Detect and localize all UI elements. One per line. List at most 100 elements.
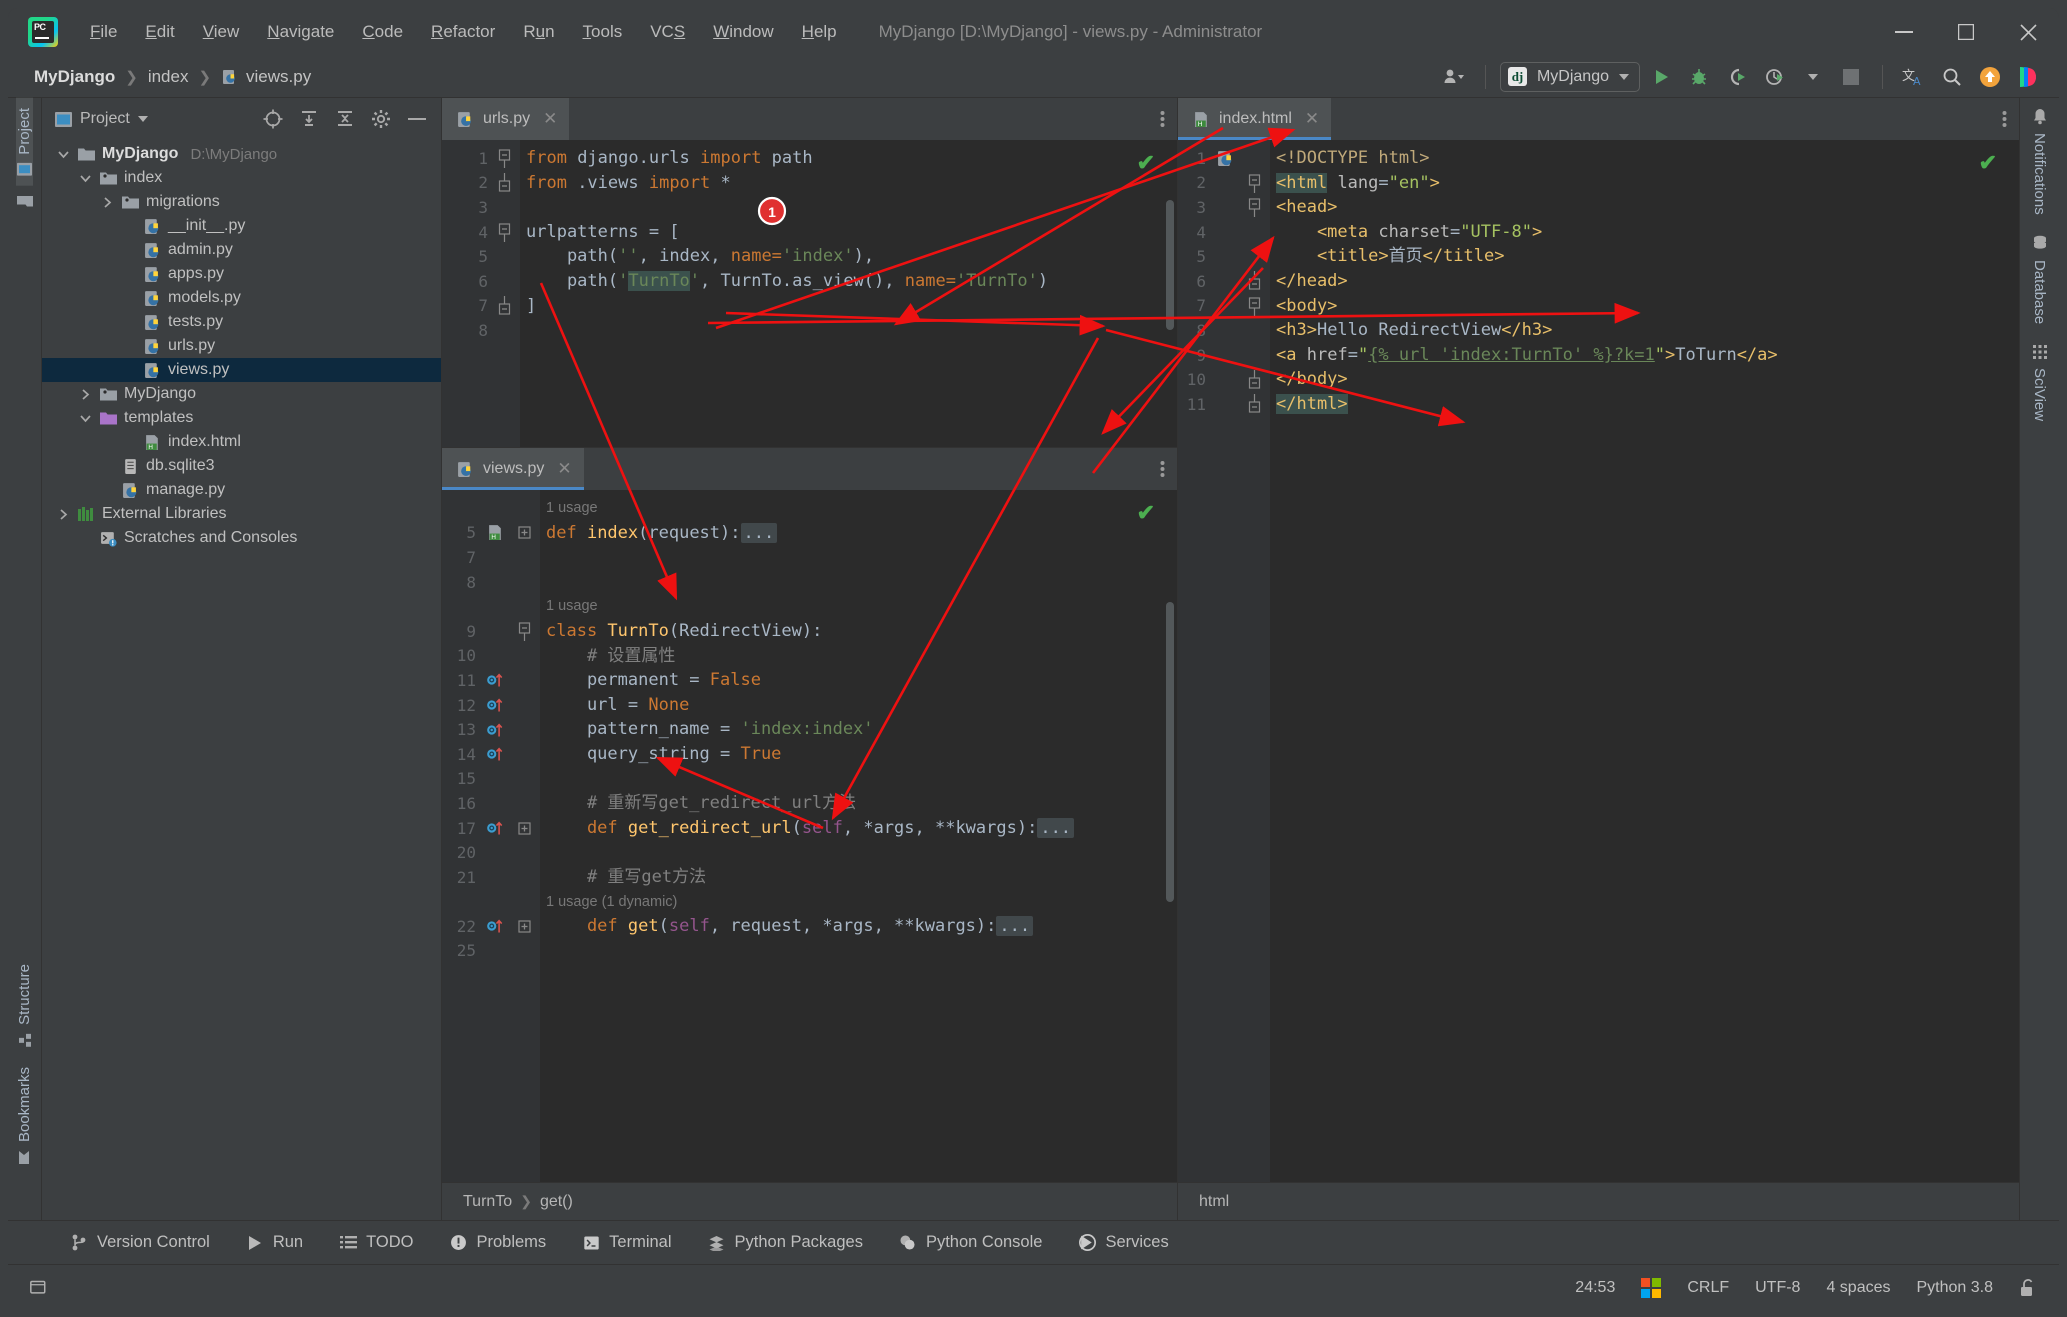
- gutter-views[interactable]: 5 H 7 8 9 10 11 12 13 14 15 16 17 20 21 22 25: [442, 490, 540, 1182]
- gutter-line[interactable]: 3: [1178, 195, 1270, 220]
- gutter-line[interactable]: 16: [442, 791, 540, 816]
- tree-item-templates[interactable]: templates: [42, 406, 441, 430]
- code-urls[interactable]: from django.urls import path from .views …: [520, 140, 1177, 447]
- gutter-line[interactable]: 14: [442, 742, 540, 767]
- left-strip-folder-icon[interactable]: [16, 186, 33, 218]
- code-views[interactable]: 1 usage def index(request):... 1 usage clas…: [540, 490, 1177, 1182]
- gutter-line[interactable]: 5: [1178, 244, 1270, 269]
- tree-item-views-py[interactable]: views.py: [42, 358, 441, 382]
- chevron-down-icon[interactable]: [1796, 62, 1830, 92]
- fold-toggle-icon[interactable]: [514, 920, 534, 933]
- sidebar-item-structure[interactable]: Structure: [16, 954, 33, 1057]
- chevron-right-icon[interactable]: [100, 196, 114, 208]
- gutter-line[interactable]: [442, 594, 540, 619]
- tree-item-mydjango[interactable]: MyDjango D:\MyDjango: [42, 142, 441, 166]
- chevron-down-icon[interactable]: [78, 174, 92, 183]
- menu-code[interactable]: Code: [348, 18, 417, 46]
- gutter-line[interactable]: [442, 496, 540, 521]
- gutter-line[interactable]: 1: [1178, 146, 1270, 171]
- chevron-down-icon[interactable]: [137, 116, 148, 122]
- user-account-icon[interactable]: [1437, 62, 1471, 92]
- breadcrumb-segment[interactable]: get(): [535, 1193, 578, 1211]
- tool-window-version-control[interactable]: Version Control: [52, 1226, 228, 1260]
- gutter-line[interactable]: [442, 890, 540, 915]
- sidebar-item-bookmarks[interactable]: Bookmarks: [16, 1057, 33, 1174]
- tree-item-migrations[interactable]: migrations: [42, 190, 441, 214]
- expand-all-icon[interactable]: [295, 106, 323, 132]
- code-pane-views[interactable]: 5 H 7 8 9 10 11 12 13 14 15 16 17 20 21 22 25 1 usage def…: [442, 490, 1177, 1182]
- sidebar-item-sciview[interactable]: SciView: [2031, 334, 2048, 431]
- chevron-right-icon[interactable]: [78, 388, 92, 400]
- gutter-urls[interactable]: 1 2 3 4 5 6 7 8: [442, 140, 520, 447]
- breadcrumb-views[interactable]: views.py: [215, 65, 317, 89]
- tree-item-mydjango[interactable]: MyDjango: [42, 382, 441, 406]
- code-index-html[interactable]: <!DOCTYPE html> <html lang="en"> <head> <m…: [1270, 140, 2019, 1182]
- search-icon[interactable]: [1935, 62, 1969, 92]
- menu-navigate[interactable]: Navigate: [253, 18, 348, 46]
- fold-toggle-icon[interactable]: [514, 821, 534, 835]
- close-icon[interactable]: [1997, 8, 2059, 56]
- assistant-icon[interactable]: [2011, 62, 2045, 92]
- gutter-line[interactable]: 8: [1178, 318, 1270, 343]
- tree-item-index[interactable]: index: [42, 166, 441, 190]
- menu-edit[interactable]: Edit: [131, 18, 188, 46]
- tool-window-terminal[interactable]: Terminal: [564, 1226, 689, 1260]
- code-pane-urls[interactable]: 12345678 from django.urls import path fro…: [442, 140, 1177, 447]
- gutter-line[interactable]: 6: [442, 269, 520, 294]
- gutter-line[interactable]: 13: [442, 717, 540, 742]
- tool-window-todo[interactable]: TODO: [321, 1226, 431, 1260]
- gutter-line[interactable]: 15: [442, 767, 540, 792]
- file-encoding[interactable]: UTF-8: [1755, 1279, 1800, 1297]
- gutter-line[interactable]: 6: [1178, 269, 1270, 294]
- tree-item-external-libraries[interactable]: External Libraries: [42, 502, 441, 526]
- usage-hint[interactable]: 1 usage (1 dynamic): [546, 890, 1177, 915]
- profile-button[interactable]: [1758, 62, 1792, 92]
- gutter-line[interactable]: 17: [442, 816, 540, 841]
- editor-options-icon[interactable]: [1147, 98, 1177, 140]
- breadcrumb-project[interactable]: MyDjango: [28, 65, 121, 89]
- scrollbar-views[interactable]: [1166, 602, 1174, 902]
- tab-views-py[interactable]: views.py ✕: [442, 448, 584, 490]
- tree-item-manage-py[interactable]: manage.py: [42, 478, 441, 502]
- run-with-coverage-button[interactable]: [1720, 62, 1754, 92]
- sidebar-item-database[interactable]: Database: [2031, 225, 2048, 334]
- tree-item-urls-py[interactable]: urls.py: [42, 334, 441, 358]
- gear-icon[interactable]: [367, 106, 395, 132]
- python-interpreter[interactable]: Python 3.8: [1917, 1279, 1994, 1297]
- fold-toggle-icon[interactable]: [514, 620, 534, 642]
- fold-toggle-icon[interactable]: [1244, 172, 1264, 194]
- run-button[interactable]: [1644, 62, 1678, 92]
- gutter-line[interactable]: 12: [442, 693, 540, 718]
- menu-refactor[interactable]: Refactor: [417, 18, 509, 46]
- unlocked-icon[interactable]: [2019, 1278, 2037, 1297]
- gutter-line[interactable]: 7: [442, 545, 540, 570]
- gutter-line[interactable]: 11: [442, 668, 540, 693]
- run-configuration-selector[interactable]: dj MyDjango: [1499, 61, 1640, 92]
- indent-setting[interactable]: 4 spaces: [1826, 1279, 1890, 1297]
- gutter-line[interactable]: 1: [442, 146, 520, 171]
- gutter-line[interactable]: 4: [442, 220, 520, 245]
- code-pane-index-html[interactable]: 1 2 3 4 5 6 7 8 9 10 11 <!DOCTYPE html> <html lang=…: [1178, 140, 2019, 1182]
- tab-urls-py[interactable]: urls.py ✕: [442, 98, 570, 140]
- gutter-line[interactable]: 10: [442, 644, 540, 669]
- tree-item-db-sqlite3[interactable]: db.sqlite3: [42, 454, 441, 478]
- breadcrumb-segment[interactable]: TurnTo: [458, 1193, 517, 1211]
- minimize-icon[interactable]: [1873, 8, 1935, 56]
- gutter-line[interactable]: 3: [442, 195, 520, 220]
- tree-item-tests-py[interactable]: tests.py: [42, 310, 441, 334]
- gutter-line[interactable]: 20: [442, 840, 540, 865]
- gutter-line[interactable]: 9: [442, 619, 540, 644]
- close-icon[interactable]: ✕: [1305, 109, 1319, 129]
- tool-window-python-packages[interactable]: Python Packages: [690, 1226, 881, 1260]
- fold-toggle-icon[interactable]: [1244, 393, 1264, 415]
- minus-icon[interactable]: [403, 106, 431, 132]
- tab-index-html[interactable]: H index.html ✕: [1178, 98, 1332, 140]
- tree-item--init-py[interactable]: __init__.py: [42, 214, 441, 238]
- fold-toggle-icon[interactable]: [494, 295, 514, 317]
- gutter-line[interactable]: 8: [442, 318, 520, 343]
- menu-window[interactable]: Window: [699, 18, 787, 46]
- menu-run[interactable]: Run: [509, 18, 568, 46]
- tree-item-models-py[interactable]: models.py: [42, 286, 441, 310]
- menu-view[interactable]: View: [189, 18, 254, 46]
- collapse-all-icon[interactable]: [331, 106, 359, 132]
